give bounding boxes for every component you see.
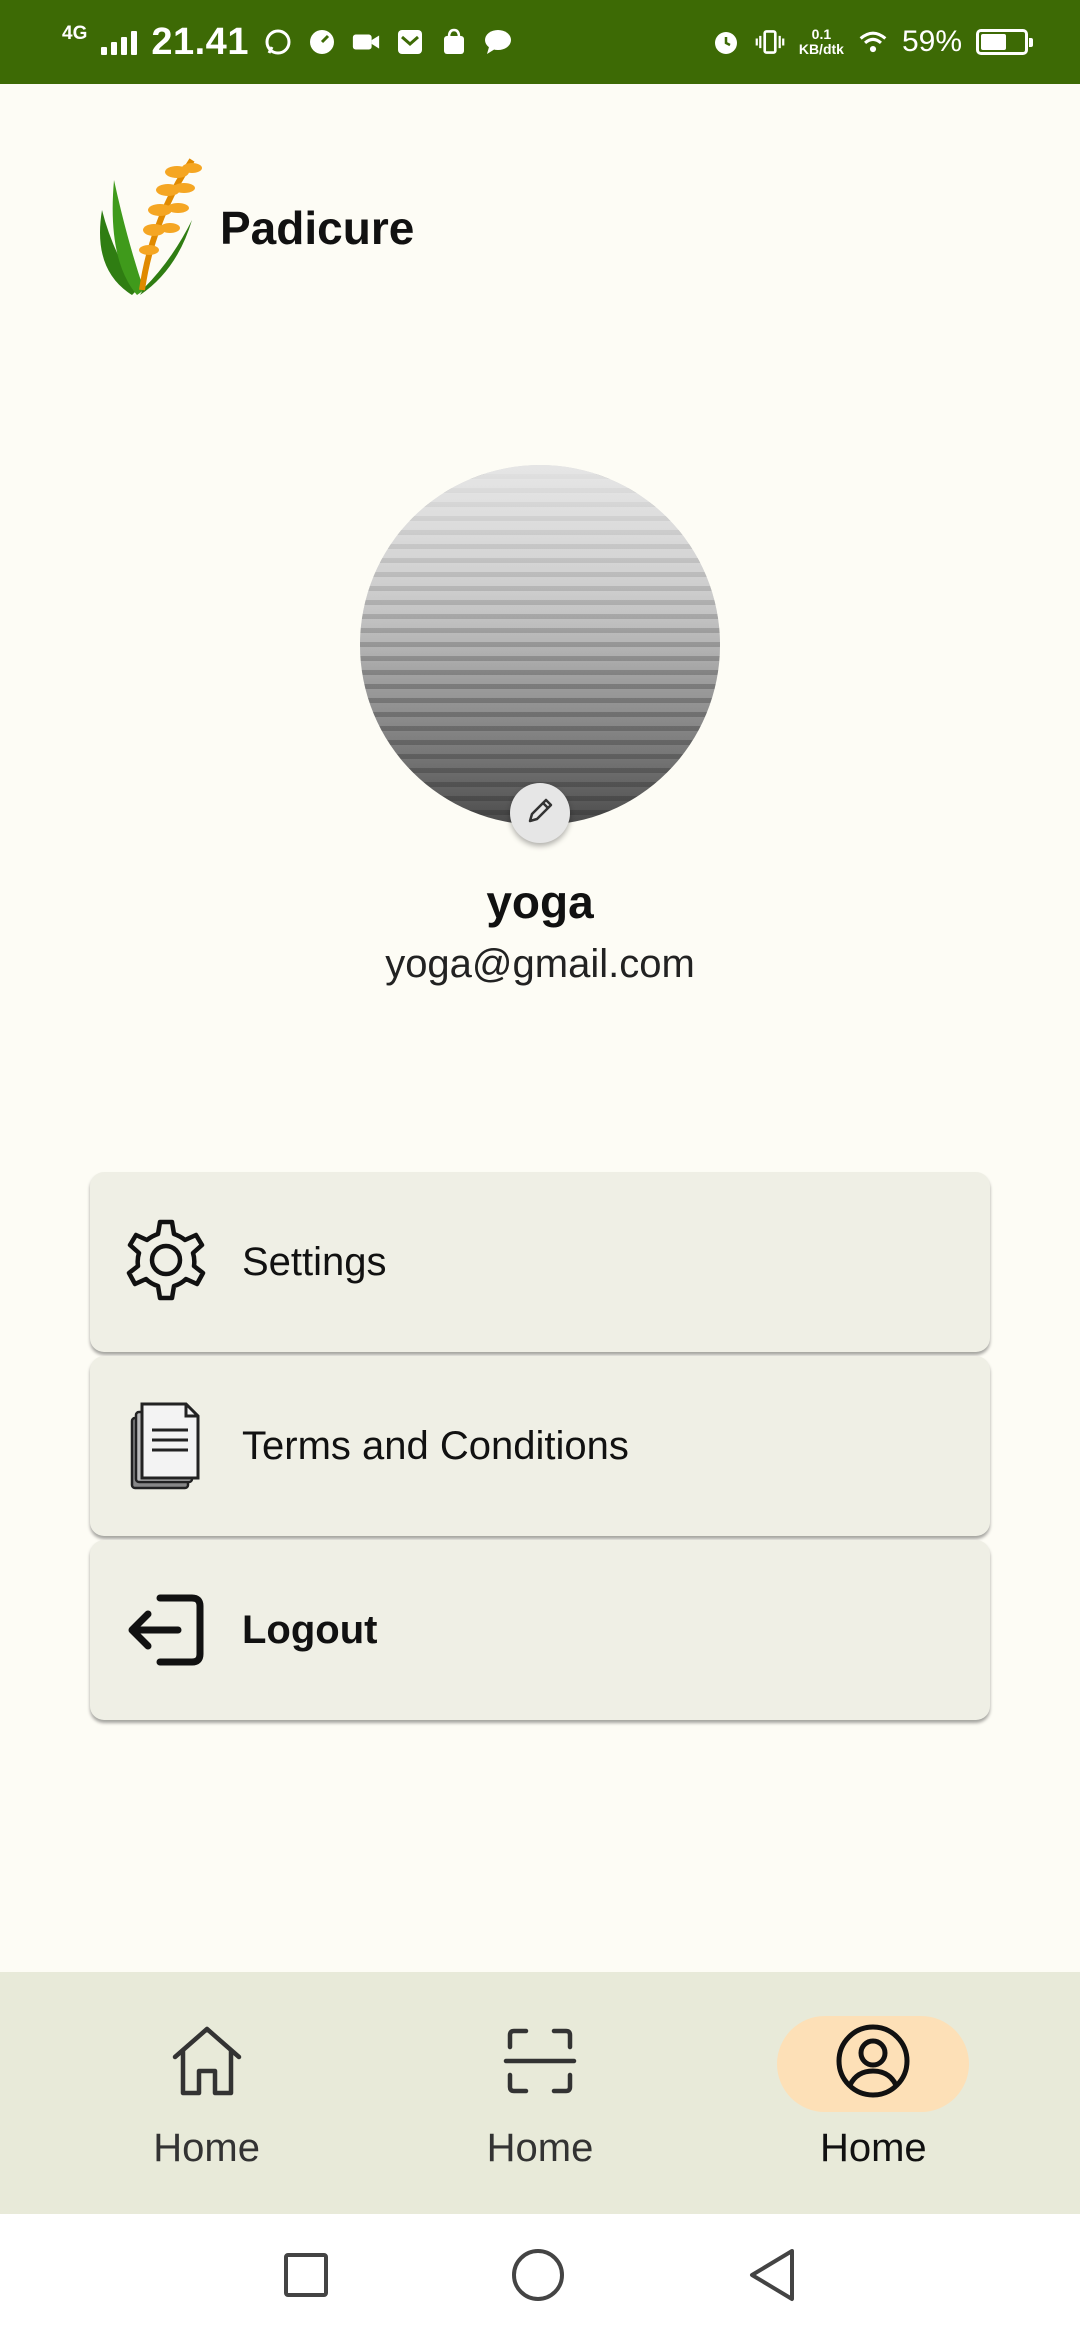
speed-icon (307, 27, 337, 57)
user-name: yoga (486, 876, 594, 928)
profile-icon (833, 2021, 913, 2106)
gear-icon (120, 1216, 212, 1308)
settings-label: Settings (242, 1239, 387, 1284)
signal-icon (101, 29, 138, 55)
edit-avatar-button[interactable] (510, 783, 570, 843)
scan-icon (500, 2021, 580, 2106)
back-button[interactable] (746, 2247, 798, 2308)
vibrate-icon (755, 27, 785, 57)
user-email: yoga@gmail.com (385, 942, 695, 986)
nav-scan-label: Home (486, 2125, 594, 2170)
logout-button[interactable]: Logout (90, 1540, 990, 1720)
alarm-icon (711, 27, 741, 57)
bottom-navigation: Home Home Home (0, 1972, 1080, 2214)
nav-profile-label: Home (819, 2125, 927, 2170)
profile-menu: Settings Terms and Conditions Logout (90, 1172, 990, 1724)
system-navigation-bar (0, 2214, 1080, 2340)
settings-button[interactable]: Settings (90, 1172, 990, 1352)
battery-icon (976, 29, 1033, 55)
battery-percent: 59% (901, 25, 962, 58)
video-icon (351, 27, 381, 57)
network-speed: 0.1 KB/dtk (799, 27, 844, 57)
nav-scan-indicator (444, 2016, 636, 2112)
app-bar: Padicure (82, 150, 414, 305)
nav-scan[interactable]: Home (420, 2016, 660, 2171)
rice-plant-icon (82, 150, 202, 305)
profile-avatar-container (360, 465, 720, 843)
nav-profile-indicator (777, 2015, 970, 2112)
shop-icon (439, 27, 469, 57)
avatar-overlay (360, 465, 720, 825)
nav-home-label: Home (153, 2125, 260, 2170)
terms-label: Terms and Conditions (242, 1423, 629, 1468)
terms-button[interactable]: Terms and Conditions (90, 1356, 990, 1536)
wifi-icon (858, 27, 888, 57)
status-bar: 4G 21.41 0.1 KB/dtk 59% (0, 0, 1080, 84)
network-type: 4G (62, 23, 88, 44)
logout-label: Logout (242, 1607, 378, 1652)
home-system-button[interactable] (510, 2247, 566, 2308)
speed-value: 0.1 (811, 26, 832, 42)
nav-home[interactable]: Home (87, 2016, 327, 2171)
pencil-icon (523, 794, 557, 833)
mail-icon (395, 27, 425, 57)
clock: 21.41 (151, 20, 249, 63)
logout-icon (120, 1584, 212, 1676)
document-icon (120, 1400, 212, 1492)
recents-button[interactable] (282, 2251, 330, 2304)
whatsapp-icon (263, 27, 293, 57)
nav-home-indicator (111, 2016, 303, 2112)
home-icon (167, 2021, 247, 2106)
nav-profile[interactable]: Home (753, 2015, 993, 2171)
speed-unit: KB/dtk (798, 41, 844, 57)
app-title: Padicure (220, 201, 415, 254)
chat-icon (483, 27, 513, 57)
